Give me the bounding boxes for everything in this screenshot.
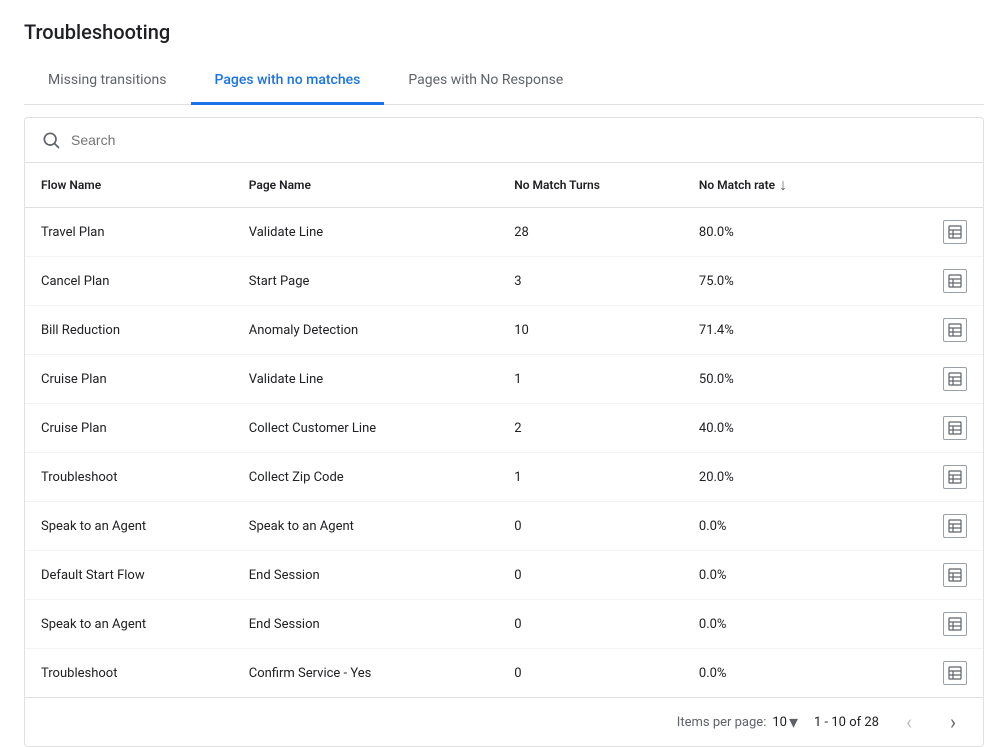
table-row: Travel PlanValidate Line2880.0% bbox=[25, 208, 983, 257]
cell-page-name: Anomaly Detection bbox=[233, 306, 498, 355]
sort-down-icon: ↓ bbox=[779, 175, 787, 195]
cell-flow-name: Cruise Plan bbox=[25, 355, 233, 404]
items-per-page-control: Items per page: 10 ▾ bbox=[677, 712, 798, 733]
cell-flow-name: Speak to an Agent bbox=[25, 502, 233, 551]
cell-no-match-rate: 75.0% bbox=[683, 257, 914, 306]
view-details-button[interactable] bbox=[943, 563, 967, 587]
search-input[interactable] bbox=[71, 132, 967, 148]
cell-no-match-rate: 0.0% bbox=[683, 600, 914, 649]
cell-page-name: End Session bbox=[233, 551, 498, 600]
cell-page-name: Validate Line bbox=[233, 208, 498, 257]
cell-no-match-rate: 0.0% bbox=[683, 551, 914, 600]
tab-missing-transitions[interactable]: Missing transitions bbox=[24, 60, 191, 105]
cell-no-match-turns: 10 bbox=[498, 306, 683, 355]
per-page-value: 10 bbox=[772, 715, 787, 730]
view-details-button[interactable] bbox=[943, 661, 967, 685]
cell-page-name: Validate Line bbox=[233, 355, 498, 404]
tab-pages-no-matches[interactable]: Pages with no matches bbox=[191, 60, 385, 105]
cell-no-match-rate: 0.0% bbox=[683, 502, 914, 551]
table-row: Speak to an AgentEnd Session00.0% bbox=[25, 600, 983, 649]
view-details-button[interactable] bbox=[943, 367, 967, 391]
chevron-down-icon: ▾ bbox=[789, 712, 798, 733]
cell-action[interactable] bbox=[914, 502, 983, 551]
cell-no-match-rate: 0.0% bbox=[683, 649, 914, 698]
cell-action[interactable] bbox=[914, 257, 983, 306]
cell-flow-name: Troubleshoot bbox=[25, 649, 233, 698]
table-row: Speak to an AgentSpeak to an Agent00.0% bbox=[25, 502, 983, 551]
cell-page-name: Collect Zip Code bbox=[233, 453, 498, 502]
cell-action[interactable] bbox=[914, 208, 983, 257]
prev-page-button[interactable]: ‹ bbox=[895, 708, 923, 736]
view-details-button[interactable] bbox=[943, 220, 967, 244]
cell-action[interactable] bbox=[914, 600, 983, 649]
cell-no-match-turns: 1 bbox=[498, 355, 683, 404]
col-header-flow-name: Flow Name bbox=[25, 163, 233, 208]
cell-flow-name: Travel Plan bbox=[25, 208, 233, 257]
view-details-button[interactable] bbox=[943, 269, 967, 293]
table-row: Default Start FlowEnd Session00.0% bbox=[25, 551, 983, 600]
col-header-page-name: Page Name bbox=[233, 163, 498, 208]
page-title: Troubleshooting bbox=[24, 20, 984, 44]
cell-action[interactable] bbox=[914, 404, 983, 453]
cell-action[interactable] bbox=[914, 355, 983, 404]
cell-no-match-turns: 3 bbox=[498, 257, 683, 306]
per-page-select[interactable]: 10 ▾ bbox=[772, 712, 798, 733]
cell-action[interactable] bbox=[914, 551, 983, 600]
cell-flow-name: Bill Reduction bbox=[25, 306, 233, 355]
cell-no-match-rate: 40.0% bbox=[683, 404, 914, 453]
table-row: Cruise PlanCollect Customer Line240.0% bbox=[25, 404, 983, 453]
cell-no-match-turns: 0 bbox=[498, 502, 683, 551]
cell-action[interactable] bbox=[914, 453, 983, 502]
data-table: Flow Name Page Name No Match Turns No Ma… bbox=[25, 163, 983, 697]
cell-action[interactable] bbox=[914, 649, 983, 698]
cell-flow-name: Troubleshoot bbox=[25, 453, 233, 502]
pagination-row: Items per page: 10 ▾ 1 - 10 of 28 ‹ › bbox=[25, 697, 983, 746]
cell-flow-name: Speak to an Agent bbox=[25, 600, 233, 649]
cell-no-match-turns: 0 bbox=[498, 649, 683, 698]
table-row: Cruise PlanValidate Line150.0% bbox=[25, 355, 983, 404]
cell-flow-name: Cruise Plan bbox=[25, 404, 233, 453]
col-header-no-match-turns: No Match Turns bbox=[498, 163, 683, 208]
search-bar bbox=[25, 118, 983, 163]
cell-no-match-turns: 28 bbox=[498, 208, 683, 257]
items-per-page-label: Items per page: bbox=[677, 715, 767, 730]
cell-no-match-turns: 2 bbox=[498, 404, 683, 453]
view-details-button[interactable] bbox=[943, 318, 967, 342]
cell-page-name: Start Page bbox=[233, 257, 498, 306]
col-header-action bbox=[914, 163, 983, 208]
view-details-button[interactable] bbox=[943, 465, 967, 489]
search-icon bbox=[41, 130, 61, 150]
cell-page-name: Collect Customer Line bbox=[233, 404, 498, 453]
view-details-button[interactable] bbox=[943, 514, 967, 538]
cell-no-match-rate: 20.0% bbox=[683, 453, 914, 502]
cell-no-match-turns: 0 bbox=[498, 551, 683, 600]
cell-no-match-turns: 0 bbox=[498, 600, 683, 649]
table-row: TroubleshootConfirm Service - Yes00.0% bbox=[25, 649, 983, 698]
table-row: Bill ReductionAnomaly Detection1071.4% bbox=[25, 306, 983, 355]
cell-page-name: Speak to an Agent bbox=[233, 502, 498, 551]
cell-page-name: Confirm Service - Yes bbox=[233, 649, 498, 698]
view-details-button[interactable] bbox=[943, 612, 967, 636]
cell-page-name: End Session bbox=[233, 600, 498, 649]
view-details-button[interactable] bbox=[943, 416, 967, 440]
cell-no-match-rate: 80.0% bbox=[683, 208, 914, 257]
tab-pages-no-response[interactable]: Pages with No Response bbox=[384, 60, 587, 105]
cell-flow-name: Default Start Flow bbox=[25, 551, 233, 600]
table-row: TroubleshootCollect Zip Code120.0% bbox=[25, 453, 983, 502]
cell-no-match-turns: 1 bbox=[498, 453, 683, 502]
next-page-button[interactable]: › bbox=[939, 708, 967, 736]
cell-no-match-rate: 50.0% bbox=[683, 355, 914, 404]
cell-flow-name: Cancel Plan bbox=[25, 257, 233, 306]
tabs-container: Missing transitions Pages with no matche… bbox=[24, 60, 984, 105]
col-header-no-match-rate[interactable]: No Match rate ↓ bbox=[683, 163, 914, 208]
page-info: 1 - 10 of 28 bbox=[814, 715, 879, 730]
table-row: Cancel PlanStart Page375.0% bbox=[25, 257, 983, 306]
cell-no-match-rate: 71.4% bbox=[683, 306, 914, 355]
main-table-container: Flow Name Page Name No Match Turns No Ma… bbox=[24, 117, 984, 747]
cell-action[interactable] bbox=[914, 306, 983, 355]
